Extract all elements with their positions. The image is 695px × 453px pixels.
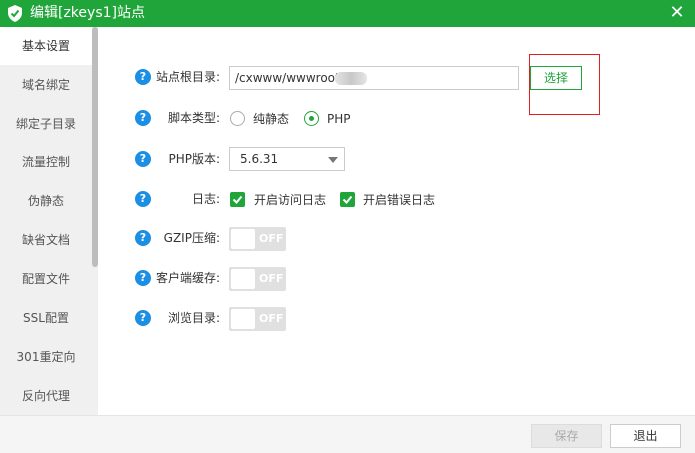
help-icon[interactable]: ? (135, 191, 151, 207)
toggle-knob (231, 269, 255, 289)
title-bar: 编辑[zkeys1]站点 ✕ (0, 0, 695, 27)
client-cache-toggle[interactable]: OFF (229, 267, 286, 291)
toggle-knob (231, 229, 255, 249)
access-log-label[interactable]: 开启访问日志 (254, 193, 326, 207)
gzip-row: ? GZIP压缩: OFF (98, 226, 695, 252)
exit-button[interactable]: 退出 (610, 424, 681, 448)
php-version-select[interactable]: 5.6.31 (229, 147, 345, 171)
client-cache-label: 客户端缓存: (155, 271, 220, 285)
gzip-label: GZIP压缩: (163, 231, 220, 245)
browse-dir-label: 浏览目录: (167, 311, 220, 325)
toggle-state-text: OFF (259, 232, 284, 245)
help-icon[interactable]: ? (135, 310, 151, 326)
toggle-state-text: OFF (259, 312, 284, 325)
php-version-label: PHP版本: (168, 152, 220, 166)
close-icon[interactable]: ✕ (667, 3, 687, 23)
php-version-value: 5.6.31 (240, 152, 279, 166)
help-icon[interactable]: ? (135, 110, 151, 126)
static-radio-label[interactable]: 纯静态 (253, 112, 289, 126)
help-icon[interactable]: ? (135, 151, 151, 167)
shield-icon (8, 5, 22, 22)
static-radio[interactable] (230, 111, 245, 126)
error-log-checkbox[interactable] (340, 192, 355, 207)
site-root-input[interactable]: /cxwww/wwwroot/ (229, 66, 519, 90)
site-root-row: ? 站点根目录: /cxwww/wwwroot/ 选择 (98, 65, 695, 91)
client-cache-row: ? 客户端缓存: OFF (98, 266, 695, 292)
sidebar-item-domain-binding[interactable]: 域名绑定 (0, 66, 92, 104)
sidebar-item-traffic-control[interactable]: 流量控制 (0, 143, 92, 181)
error-log-label[interactable]: 开启错误日志 (363, 193, 435, 207)
choose-directory-button[interactable]: 选择 (530, 66, 582, 90)
sidebar-item-subdirectory-binding[interactable]: 绑定子目录 (0, 105, 92, 143)
sidebar-item-basic-settings[interactable]: 基本设置 (0, 27, 92, 65)
log-label: 日志: (191, 192, 220, 206)
toggle-state-text: OFF (259, 272, 284, 285)
site-root-value: /cxwww/wwwroot/ (235, 71, 344, 85)
sidebar-item-config-file[interactable]: 配置文件 (0, 260, 92, 298)
sidebar-item-ssl-config[interactable]: SSL配置 (0, 299, 92, 337)
gzip-toggle[interactable]: OFF (229, 227, 286, 251)
log-row: ? 日志: 开启访问日志 开启错误日志 (98, 187, 695, 213)
chevron-down-icon (328, 157, 338, 163)
help-icon[interactable]: ? (135, 69, 151, 85)
toggle-knob (231, 309, 255, 329)
dialog-footer: 保存 退出 (0, 415, 695, 453)
window-title: 编辑[zkeys1]站点 (30, 5, 145, 21)
redacted-path-segment (335, 72, 367, 85)
site-root-label: 站点根目录: (155, 70, 220, 84)
php-radio-label[interactable]: PHP (327, 112, 351, 126)
sidebar-item-rewrite[interactable]: 伪静态 (0, 182, 92, 220)
script-type-label: 脚本类型: (167, 111, 220, 125)
help-icon[interactable]: ? (135, 270, 151, 286)
checkmark-icon (342, 195, 353, 204)
save-button[interactable]: 保存 (531, 424, 602, 448)
sidebar-item-reverse-proxy[interactable]: 反向代理 (0, 377, 92, 415)
sidebar: 基本设置 域名绑定 绑定子目录 流量控制 伪静态 缺省文档 配置文件 SSL配置… (0, 27, 98, 415)
sidebar-item-301-redirect[interactable]: 301重定向 (0, 338, 92, 376)
script-type-row: ? 脚本类型: 纯静态 PHP (98, 106, 695, 132)
checkmark-icon (232, 195, 243, 204)
browse-dir-row: ? 浏览目录: OFF (98, 306, 695, 332)
access-log-checkbox[interactable] (230, 192, 245, 207)
php-version-row: ? PHP版本: 5.6.31 (98, 147, 695, 173)
settings-panel: ? 站点根目录: /cxwww/wwwroot/ 选择 ? 脚本类型: 纯静态 … (98, 27, 695, 415)
php-radio[interactable] (304, 111, 319, 126)
help-icon[interactable]: ? (135, 230, 151, 246)
browse-dir-toggle[interactable]: OFF (229, 307, 286, 331)
sidebar-item-default-document[interactable]: 缺省文档 (0, 221, 92, 259)
